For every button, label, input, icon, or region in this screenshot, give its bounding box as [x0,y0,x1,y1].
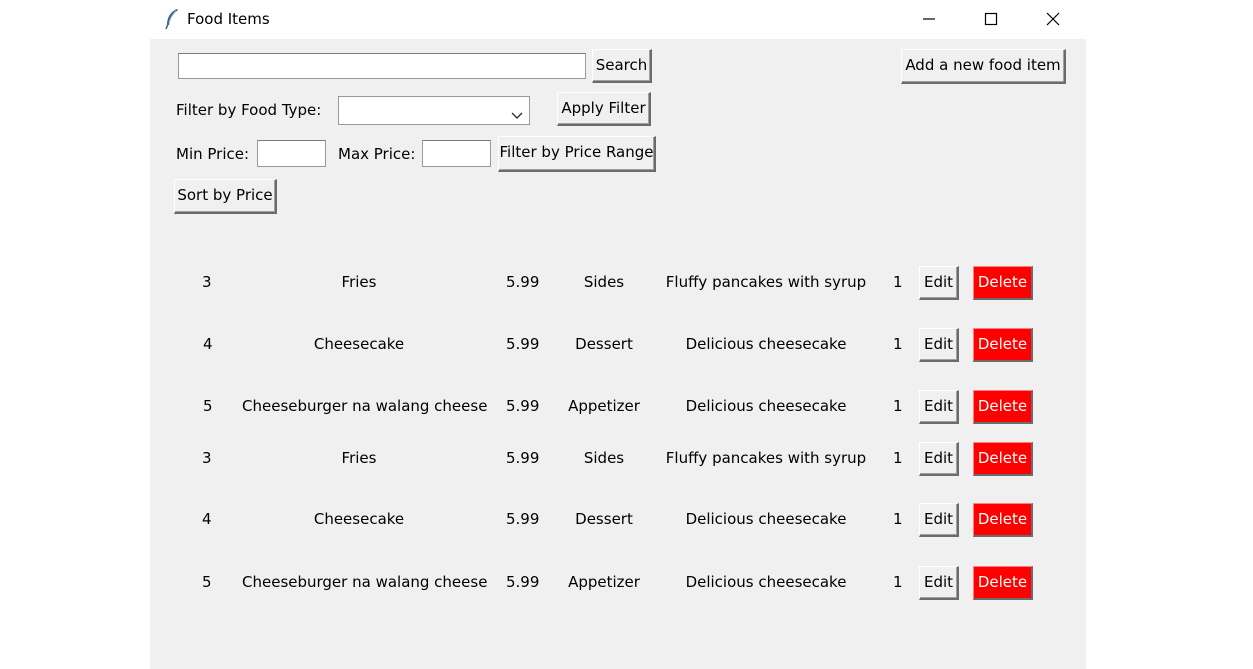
food-item-row: 4 Cheesecake 5.99 Dessert Delicious chee… [150,503,1086,537]
item-name: Cheesecake [313,510,405,528]
window-title: Food Items [187,10,270,28]
delete-button[interactable]: Delete [973,442,1033,476]
food-item-row: 3 Fries 5.99 Sides Fluffy pancakes with … [150,266,1086,300]
item-id: 5 [203,397,213,415]
edit-button[interactable]: Edit [919,266,959,300]
item-description: Delicious cheesecake [685,573,847,591]
add-food-item-button[interactable]: Add a new food item [901,49,1066,84]
item-quantity: 1 [893,449,903,467]
item-name: Cheesecake [313,335,405,353]
food-type-select[interactable] [338,96,530,125]
item-id: 5 [202,573,212,591]
item-type: Dessert [575,335,633,353]
edit-button[interactable]: Edit [919,442,959,476]
item-type: Dessert [575,510,633,528]
max-price-label: Max Price: [338,145,416,163]
chevron-down-icon[interactable] [511,106,523,124]
maximize-button[interactable] [962,0,1022,39]
item-description: Fluffy pancakes with syrup [665,449,867,467]
filter-price-range-button[interactable]: Filter by Price Range [498,136,656,172]
delete-button[interactable]: Delete [973,328,1033,362]
min-price-input[interactable] [257,140,326,167]
item-name: Fries [341,273,377,291]
item-name: Cheeseburger na walang cheese [242,573,488,591]
item-quantity: 1 [893,273,903,291]
food-item-row: 5 Cheeseburger na walang cheese 5.99 App… [150,566,1086,600]
item-description: Fluffy pancakes with syrup [665,273,867,291]
minimize-button[interactable] [900,0,960,39]
item-price: 5.99 [506,335,540,353]
item-price: 5.99 [506,397,540,415]
apply-filter-button[interactable]: Apply Filter [557,92,651,126]
feather-icon [164,8,180,30]
item-name: Cheeseburger na walang cheese [242,397,488,415]
item-type: Sides [583,273,625,291]
food-item-row: 5 Cheeseburger na walang cheese 5.99 App… [150,390,1086,424]
delete-button[interactable]: Delete [973,566,1033,600]
item-price: 5.99 [506,573,540,591]
edit-button[interactable]: Edit [919,390,959,424]
search-button[interactable]: Search [592,49,652,83]
item-price: 5.99 [506,449,540,467]
delete-button[interactable]: Delete [973,266,1033,300]
min-price-label: Min Price: [176,145,250,163]
delete-button[interactable]: Delete [973,503,1033,537]
max-price-input[interactable] [422,140,491,167]
item-price: 5.99 [506,273,540,291]
edit-button[interactable]: Edit [919,328,959,362]
item-quantity: 1 [893,573,903,591]
item-type: Sides [583,449,625,467]
item-description: Delicious cheesecake [685,397,847,415]
item-id: 3 [202,449,212,467]
edit-button[interactable]: Edit [919,503,959,537]
item-description: Delicious cheesecake [685,335,847,353]
close-button[interactable] [1024,0,1084,39]
item-id: 4 [203,335,213,353]
item-quantity: 1 [893,397,903,415]
search-input[interactable] [178,53,586,79]
item-id: 4 [202,510,212,528]
item-type: Appetizer [568,573,640,591]
item-id: 3 [202,273,212,291]
item-price: 5.99 [506,510,540,528]
item-quantity: 1 [893,510,903,528]
filter-type-label: Filter by Food Type: [176,101,322,119]
title-bar[interactable]: Food Items [150,0,1086,39]
item-description: Delicious cheesecake [685,510,847,528]
item-name: Fries [341,449,377,467]
sort-by-price-button[interactable]: Sort by Price [174,179,277,214]
delete-button[interactable]: Delete [973,390,1033,424]
food-item-row: 4 Cheesecake 5.99 Dessert Delicious chee… [150,328,1086,362]
item-quantity: 1 [893,335,903,353]
food-item-row: 3 Fries 5.99 Sides Fluffy pancakes with … [150,442,1086,476]
food-items-window: Food Items Search Add a new food item Fi… [150,0,1086,669]
edit-button[interactable]: Edit [919,566,959,600]
item-type: Appetizer [568,397,640,415]
